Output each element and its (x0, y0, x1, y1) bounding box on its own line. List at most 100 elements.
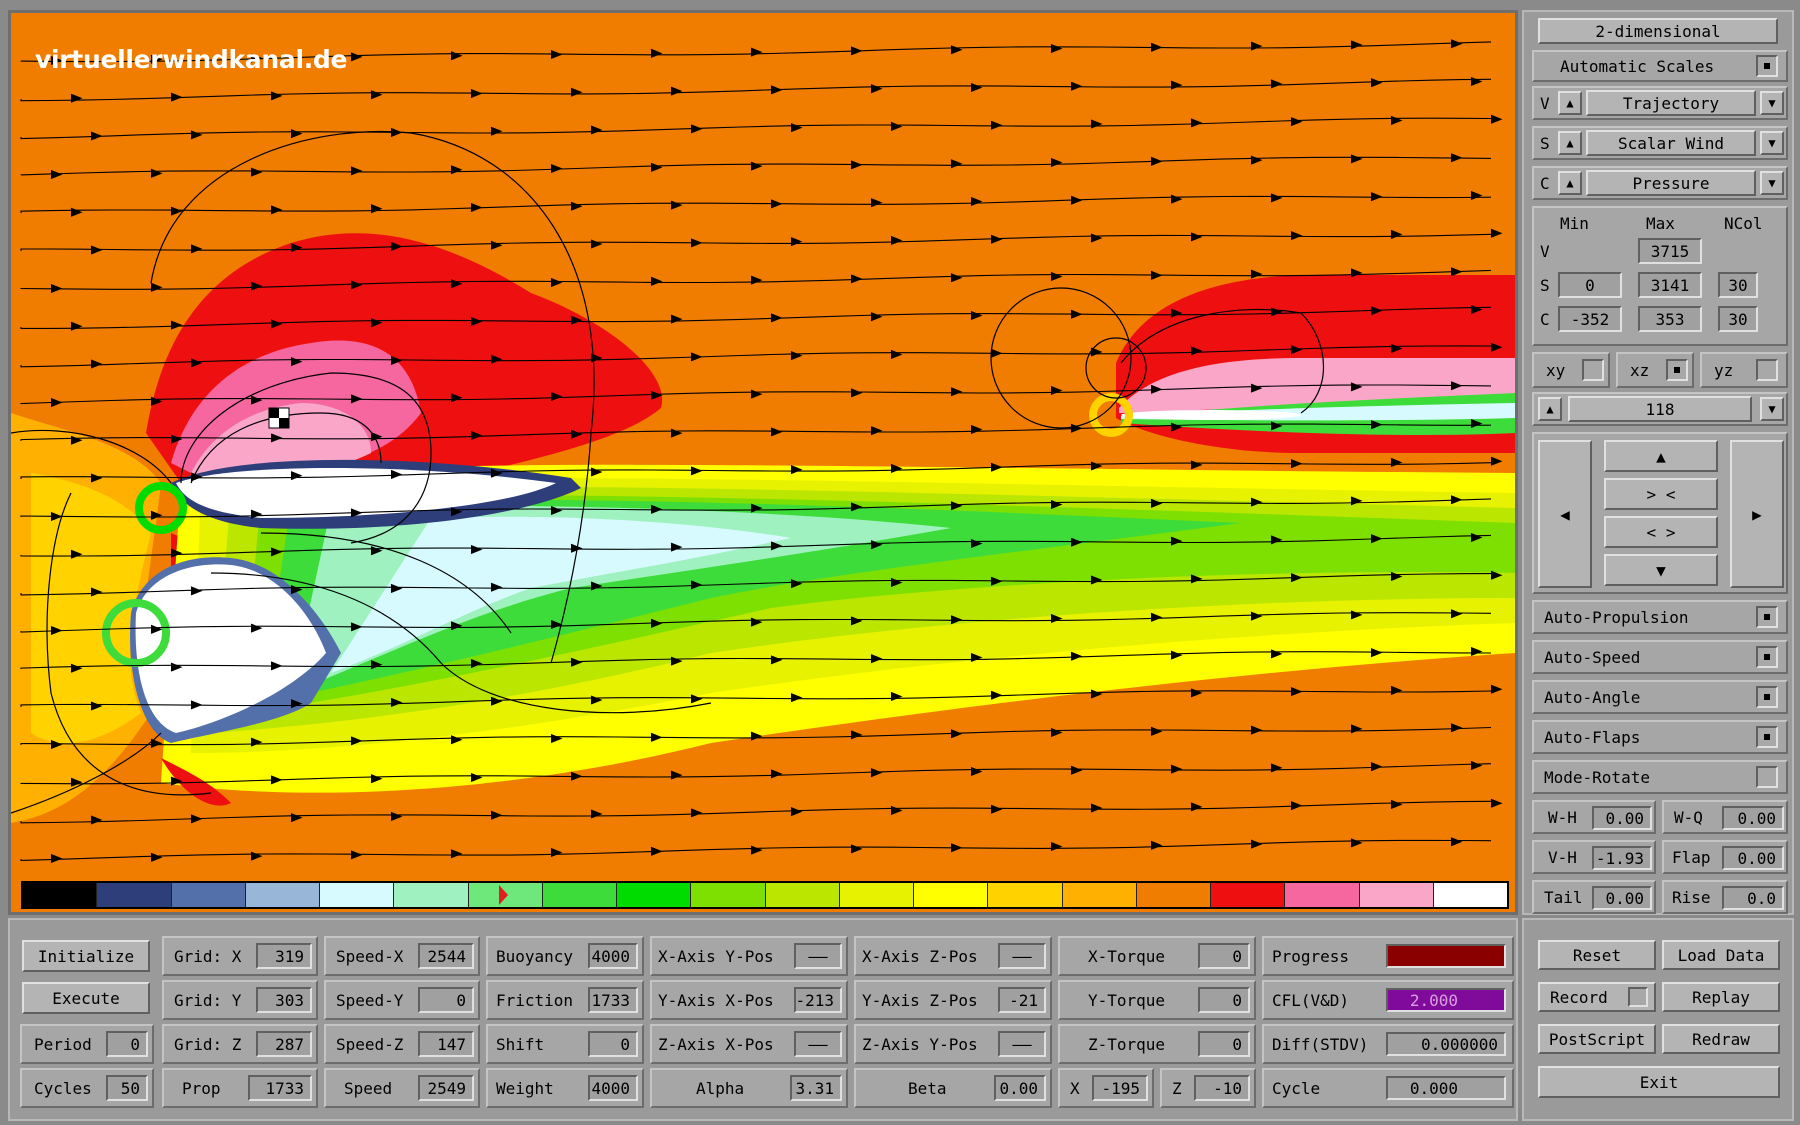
redraw-button[interactable]: Redraw (1662, 1024, 1780, 1054)
y-axis-x-pos-field[interactable]: -213 (794, 987, 842, 1013)
s-max-field[interactable]: 3141 (1638, 272, 1702, 298)
contour-mode-select[interactable]: Pressure (1586, 170, 1756, 196)
mode-rotate-checkbox[interactable] (1756, 766, 1778, 788)
shift-label: Shift (496, 1035, 545, 1054)
diff-label: Diff(STDV) (1272, 1035, 1369, 1054)
slice-position-field[interactable]: 118 (1568, 396, 1752, 422)
zoom-out-button[interactable]: < > (1604, 516, 1718, 548)
v-up-arrow-icon[interactable]: ▲ (1558, 91, 1582, 115)
initialize-button[interactable]: Initialize (22, 940, 150, 972)
speed-y-field[interactable]: 0 (418, 987, 474, 1013)
color-scale-swatch (96, 883, 171, 907)
xy-plane-radio[interactable] (1582, 359, 1604, 381)
s-ncol-field[interactable]: 30 (1718, 272, 1758, 298)
auto-propulsion-checkbox[interactable] (1756, 606, 1778, 628)
alpha-field[interactable]: 3.31 (790, 1075, 842, 1101)
s-dropdown-icon[interactable]: ▼ (1760, 131, 1784, 155)
weight-field[interactable]: 4000 (588, 1075, 638, 1101)
rise-field[interactable]: 0.0 (1722, 886, 1784, 910)
pan-right-button[interactable]: ▶ (1730, 440, 1784, 588)
dimension-mode-button[interactable]: 2-dimensional (1538, 18, 1778, 44)
zoom-in-button[interactable]: > < (1604, 478, 1718, 510)
record-checkbox[interactable] (1628, 987, 1648, 1007)
y-axis-z-pos-field[interactable]: -21 (998, 987, 1046, 1013)
slice-up-arrow-icon[interactable]: ▲ (1538, 397, 1562, 421)
pan-down-button[interactable]: ▼ (1604, 554, 1718, 586)
vector-mode-select[interactable]: Trajectory (1586, 90, 1756, 116)
speed-field[interactable]: 2549 (418, 1075, 474, 1101)
pan-up-button[interactable]: ▲ (1604, 440, 1718, 472)
replay-button[interactable]: Replay (1662, 982, 1780, 1012)
wq-field[interactable]: 0.00 (1722, 806, 1784, 830)
color-scale-swatch (838, 883, 913, 907)
color-scale-marker[interactable] (499, 885, 508, 905)
auto-flaps-checkbox[interactable] (1756, 726, 1778, 748)
c-dropdown-icon[interactable]: ▼ (1760, 171, 1784, 195)
wh-field[interactable]: 0.00 (1592, 806, 1652, 830)
cycle-value: 0.000 (1409, 1078, 1458, 1098)
z-axis-y-pos-field[interactable]: —— (998, 1031, 1046, 1057)
z-axis-x-pos-field[interactable]: —— (794, 1031, 842, 1057)
load-data-button[interactable]: Load Data (1662, 940, 1780, 970)
speed-z-field[interactable]: 147 (418, 1031, 474, 1057)
flow-visualization[interactable]: virtuellerwindkanal.de (8, 10, 1518, 915)
cfl-field: 2.000 (1386, 988, 1506, 1012)
color-scale-swatch (319, 883, 394, 907)
prop-field[interactable]: 1733 (248, 1075, 312, 1101)
progress-label: Progress (1272, 947, 1350, 966)
cycle-field: 0.000 (1386, 1076, 1506, 1100)
auto-propulsion-label: Auto-Propulsion (1544, 608, 1689, 627)
c-up-arrow-icon[interactable]: ▲ (1558, 171, 1582, 195)
s-min-field[interactable]: 0 (1558, 272, 1622, 298)
c-max-field[interactable]: 353 (1638, 306, 1702, 332)
auto-scales-checkbox[interactable] (1756, 55, 1778, 77)
down-arrow-icon: ▼ (1656, 560, 1666, 580)
cfl-value: 2.000 (1409, 990, 1458, 1010)
grid-x-field[interactable]: 319 (256, 943, 312, 969)
x-torque-field[interactable]: 0 (1198, 943, 1250, 969)
auto-angle-checkbox[interactable] (1756, 686, 1778, 708)
slice-down-arrow-icon[interactable]: ▼ (1760, 397, 1784, 421)
cycles-field[interactable]: 50 (106, 1075, 148, 1101)
x-axis-y-pos-field[interactable]: —— (794, 943, 842, 969)
xz-plane-label: xz (1630, 361, 1650, 380)
vh-label: V-H (1548, 848, 1577, 867)
beta-field[interactable]: 0.00 (994, 1075, 1046, 1101)
y-torque-label: Y-Torque (1088, 991, 1166, 1010)
auto-speed-checkbox[interactable] (1756, 646, 1778, 668)
color-scale-swatch (987, 883, 1062, 907)
x-label: X (1070, 1079, 1080, 1098)
flap-field[interactable]: 0.00 (1722, 846, 1784, 870)
v-dropdown-icon[interactable]: ▼ (1760, 91, 1784, 115)
vh-field[interactable]: -1.93 (1592, 846, 1652, 870)
tail-field[interactable]: 0.00 (1592, 886, 1652, 910)
grid-z-field[interactable]: 287 (256, 1031, 312, 1057)
buoyancy-field[interactable]: 4000 (588, 943, 638, 969)
grid-y-field[interactable]: 303 (256, 987, 312, 1013)
z-torque-field[interactable]: 0 (1198, 1031, 1250, 1057)
reset-button[interactable]: Reset (1538, 940, 1656, 970)
exit-button[interactable]: Exit (1538, 1066, 1780, 1098)
c-min-field[interactable]: -352 (1558, 306, 1622, 332)
period-label: Period (34, 1035, 92, 1054)
x-axis-z-pos-field[interactable]: —— (998, 943, 1046, 969)
shift-field[interactable]: 0 (588, 1031, 638, 1057)
friction-field[interactable]: 1733 (588, 987, 638, 1013)
record-button[interactable]: Record (1538, 982, 1656, 1012)
v-row-key: V (1540, 94, 1550, 113)
execute-button[interactable]: Execute (22, 982, 150, 1014)
z-field[interactable]: -10 (1194, 1075, 1250, 1101)
speed-x-field[interactable]: 2544 (418, 943, 474, 969)
c-ncol-field[interactable]: 30 (1718, 306, 1758, 332)
x-axis-y-pos-label: X-Axis Y-Pos (658, 947, 774, 966)
x-field[interactable]: -195 (1092, 1075, 1148, 1101)
xz-plane-radio[interactable] (1666, 359, 1688, 381)
pan-left-button[interactable]: ◀ (1538, 440, 1592, 588)
postscript-button[interactable]: PostScript (1538, 1024, 1656, 1054)
v-max-field[interactable]: 3715 (1638, 238, 1702, 264)
period-field[interactable]: 0 (106, 1031, 148, 1057)
y-torque-field[interactable]: 0 (1198, 987, 1250, 1013)
s-up-arrow-icon[interactable]: ▲ (1558, 131, 1582, 155)
yz-plane-radio[interactable] (1756, 359, 1778, 381)
scalar-mode-select[interactable]: Scalar Wind (1586, 130, 1756, 156)
